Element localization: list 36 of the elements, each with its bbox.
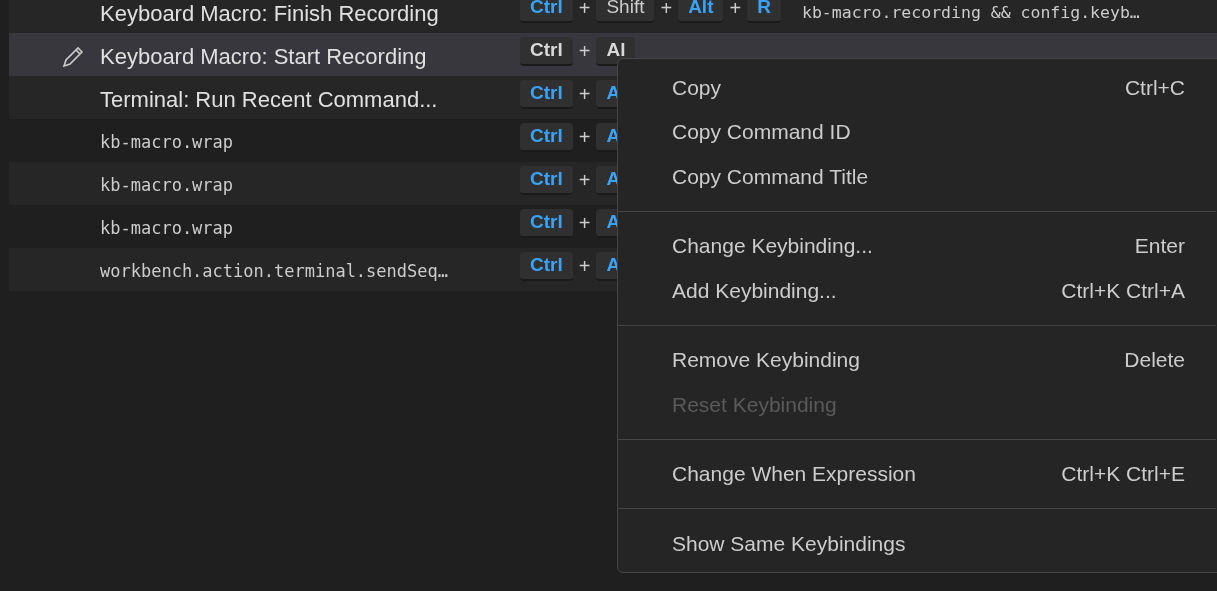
key-cap: Ctrl xyxy=(520,79,573,109)
plus-sign: + xyxy=(578,254,591,279)
command-label: Keyboard Macro: Start Recording xyxy=(100,43,428,71)
key-cap: Ctrl xyxy=(520,36,573,66)
key-cap: Ctrl xyxy=(520,208,573,238)
menu-item-label: Copy Command ID xyxy=(672,119,851,146)
menu-item-label: Show Same Keybindings xyxy=(672,530,906,557)
command-label: Terminal: Run Recent Command... xyxy=(100,86,439,114)
key-cap: Ctrl xyxy=(520,251,573,281)
plus-sign: + xyxy=(660,0,673,21)
plus-sign: + xyxy=(578,168,591,193)
shortcut-label: Ctrl+C xyxy=(1124,74,1185,101)
shortcut-label: Ctrl+K Ctrl+E xyxy=(1061,461,1185,488)
key-cap: R xyxy=(747,0,781,23)
menu-item[interactable]: Remove Keybinding Delete xyxy=(618,337,1185,383)
command-label: kb-macro.wrap xyxy=(100,216,235,240)
command-label: kb-macro.wrap xyxy=(100,173,235,197)
menu-item-label: Remove Keybinding xyxy=(672,347,860,374)
command-label: kb-macro.wrap xyxy=(100,130,235,154)
plus-sign: + xyxy=(578,0,591,21)
menu-item-label: Change When Expression xyxy=(672,461,916,488)
plus-sign: + xyxy=(578,125,591,150)
plus-sign: + xyxy=(578,211,591,236)
when-expression: kb-macro.recording && config.keyb… xyxy=(802,2,1140,25)
plus-sign: + xyxy=(729,0,742,21)
menu-item-label: Copy Command Title xyxy=(672,163,869,190)
menu-item[interactable]: Change When Expression Ctrl+K Ctrl+E xyxy=(618,451,1185,497)
command-label: workbench.action.terminal.sendSeq… xyxy=(100,259,449,283)
menu-item-label: Copy xyxy=(672,74,722,101)
shortcut-label: Delete xyxy=(1124,347,1185,374)
plus-sign: + xyxy=(578,39,591,64)
command-label: Keyboard Macro: Finish Recording xyxy=(100,0,440,28)
key-cap: Ctrl xyxy=(520,122,573,152)
key-cap: Ctrl xyxy=(520,165,573,195)
menu-item[interactable]: Show Same Keybindings xyxy=(618,521,1185,566)
plus-sign: + xyxy=(578,82,591,107)
